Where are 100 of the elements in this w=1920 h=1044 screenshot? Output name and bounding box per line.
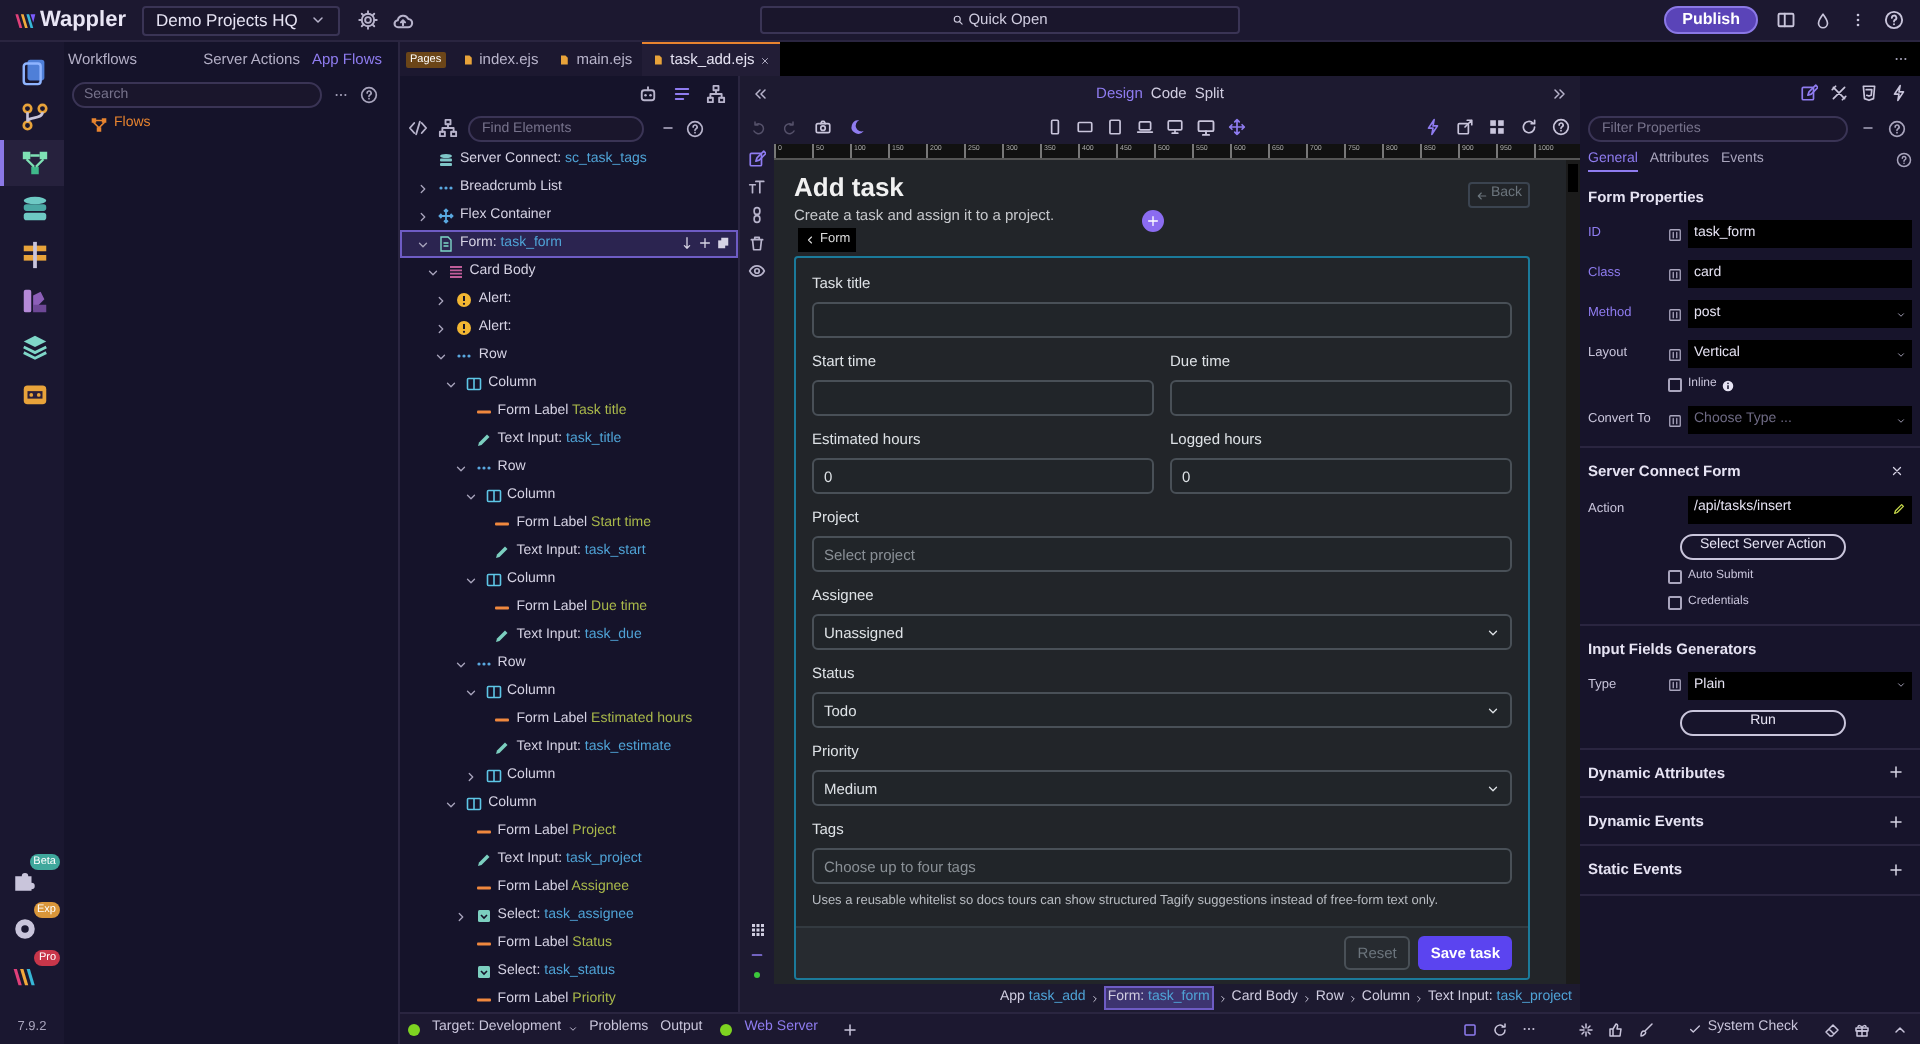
help-icon[interactable]	[1888, 119, 1906, 137]
refresh-icon[interactable]	[1520, 118, 1538, 136]
drop-icon[interactable]	[1814, 11, 1832, 29]
chevron-right-icon	[1414, 993, 1425, 1003]
columns-icon	[485, 684, 501, 700]
expand-icon[interactable]	[1888, 764, 1904, 781]
chevron-down-icon[interactable]	[453, 461, 468, 475]
close-icon[interactable]	[760, 55, 771, 65]
palette-icon	[19, 286, 49, 316]
chevron-up-icon[interactable]	[1892, 1021, 1908, 1037]
layers-icon	[19, 332, 49, 362]
binding-icon[interactable]	[1668, 413, 1682, 428]
share-icon[interactable]	[1456, 118, 1474, 136]
project-dropdown[interactable]: Demo Projects HQ	[142, 5, 340, 35]
chevron-right-icon[interactable]	[416, 209, 430, 223]
thumbs-up-icon[interactable]	[1607, 1021, 1624, 1037]
input-field[interactable]	[1170, 380, 1512, 417]
grid-icon[interactable]	[749, 922, 765, 938]
eraser-icon[interactable]	[1824, 1021, 1840, 1037]
settings-icon[interactable]	[357, 10, 378, 30]
desktop-icon[interactable]	[1166, 117, 1184, 135]
chevron-right-icon[interactable]	[453, 909, 468, 923]
link-icon[interactable]	[748, 206, 766, 224]
publish-button[interactable]: Publish	[1664, 6, 1758, 34]
list-icon[interactable]	[672, 83, 692, 103]
help-icon[interactable]	[360, 85, 378, 103]
grid-icon[interactable]	[1488, 118, 1506, 136]
chevron-down-icon[interactable]	[463, 685, 477, 699]
phone-icon[interactable]	[1046, 117, 1064, 135]
scrollbar-thumb[interactable]	[1568, 164, 1578, 192]
collapse-left-icon[interactable]	[752, 85, 768, 101]
help-icon[interactable]	[1884, 10, 1904, 30]
sparkle-icon[interactable]	[1577, 1021, 1594, 1037]
checkbox[interactable]	[1668, 378, 1682, 393]
expand-icon[interactable]	[1888, 861, 1904, 878]
input-field[interactable]	[812, 380, 1154, 417]
bolt-icon[interactable]	[1890, 84, 1908, 102]
binding-icon[interactable]	[1668, 678, 1682, 693]
robot-icon[interactable]	[638, 83, 658, 103]
bolt-icon[interactable]	[1424, 118, 1442, 136]
cloud-upload-icon[interactable]	[391, 9, 414, 31]
chevron-down-icon[interactable]	[434, 349, 449, 363]
collapse-right-icon[interactable]	[1551, 85, 1568, 101]
move-icon[interactable]	[1228, 117, 1246, 135]
bucket-icon[interactable]	[748, 234, 766, 252]
tablet-landscape-icon[interactable]	[1076, 117, 1094, 135]
add-button[interactable]	[1142, 210, 1164, 232]
edit-icon[interactable]	[1800, 84, 1818, 102]
expand-icon[interactable]	[1888, 813, 1904, 830]
css-icon[interactable]	[1860, 84, 1878, 102]
arrow-down-icon[interactable]	[680, 236, 694, 250]
laptop-icon[interactable]	[1136, 117, 1154, 135]
chevron-down-icon	[1486, 625, 1500, 640]
chevron-right-icon[interactable]	[434, 321, 449, 335]
puzzle-icon[interactable]	[12, 868, 38, 895]
chevron-down-icon[interactable]	[453, 657, 468, 671]
close-icon[interactable]	[1890, 464, 1904, 479]
chevron-down-icon[interactable]	[416, 237, 430, 251]
add-icon[interactable]	[842, 1021, 859, 1037]
chevron-down-icon[interactable]	[425, 265, 440, 279]
monitor-icon[interactable]	[1196, 117, 1216, 137]
chevron-down-icon[interactable]	[463, 489, 477, 503]
help-icon[interactable]	[686, 119, 704, 137]
square-icon[interactable]	[1461, 1021, 1478, 1037]
text-size-icon[interactable]	[748, 178, 766, 196]
settings-icon[interactable]	[12, 916, 38, 943]
pencil-icon[interactable]	[1892, 502, 1906, 516]
eye-icon[interactable]	[748, 262, 766, 280]
binding-icon[interactable]	[1668, 307, 1682, 322]
help-icon[interactable]	[1896, 152, 1912, 168]
tablet-icon[interactable]	[1106, 117, 1124, 135]
refresh-icon[interactable]	[1491, 1021, 1508, 1037]
edit-icon[interactable]	[748, 150, 766, 168]
chevron-down-icon[interactable]	[444, 377, 459, 391]
component-icon[interactable]	[438, 118, 458, 138]
copy-icon[interactable]	[716, 236, 730, 250]
chevron-down-icon[interactable]	[444, 797, 459, 811]
chevron-right-icon[interactable]	[434, 293, 449, 307]
gift-icon[interactable]	[1854, 1021, 1870, 1037]
binding-icon[interactable]	[1668, 347, 1682, 362]
help-icon[interactable]	[1552, 118, 1570, 136]
camera-icon[interactable]	[814, 118, 832, 136]
brush-icon[interactable]	[1637, 1021, 1654, 1037]
panel-icon[interactable]	[1776, 10, 1796, 30]
chevron-right-icon[interactable]	[463, 769, 477, 783]
binding-icon[interactable]	[1668, 267, 1682, 282]
checkbox[interactable]	[1668, 569, 1682, 583]
chevron-down-icon[interactable]	[463, 573, 477, 587]
sitemap-icon[interactable]	[706, 83, 726, 103]
logo-icon[interactable]	[12, 964, 38, 991]
code-icon[interactable]	[408, 118, 428, 138]
add-icon[interactable]	[698, 236, 712, 250]
checkbox[interactable]	[1668, 595, 1682, 609]
binding-icon[interactable]	[1668, 227, 1682, 242]
moon-icon[interactable]	[848, 118, 866, 136]
tools-icon[interactable]	[1830, 84, 1848, 102]
chevron-right-icon[interactable]	[416, 181, 430, 195]
input-field[interactable]	[812, 302, 1512, 339]
flows-rail-button[interactable]	[0, 140, 64, 186]
move-icon	[438, 208, 454, 224]
